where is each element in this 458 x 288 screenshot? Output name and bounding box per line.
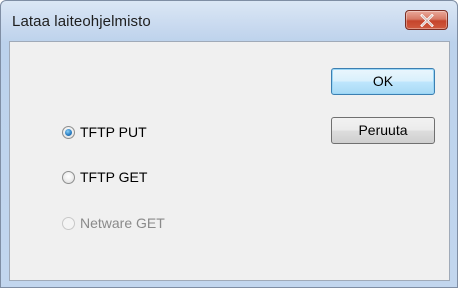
radio-tftp-put[interactable]: TFTP PUT <box>62 122 147 142</box>
radio-label-netware-get: Netware GET <box>80 215 165 231</box>
close-icon <box>420 14 434 27</box>
radio-label-tftp-get: TFTP GET <box>80 169 148 185</box>
cancel-button[interactable]: Peruuta <box>331 117 435 144</box>
dialog-content: OK Peruuta TFTP PUT TFTP GET Netware GET <box>9 41 450 281</box>
close-button[interactable] <box>405 10 448 30</box>
radio-tftp-get[interactable]: TFTP GET <box>62 167 147 187</box>
radio-button[interactable] <box>62 170 75 184</box>
radio-button-checked[interactable] <box>62 125 75 139</box>
ok-button[interactable]: OK <box>331 68 435 95</box>
title-bar[interactable]: Lataa laiteohjelmisto <box>1 1 457 41</box>
dialog-window: Lataa laiteohjelmisto OK Peruuta TFTP PU… <box>0 0 458 288</box>
radio-button-disabled <box>62 216 75 230</box>
radio-netware-get: Netware GET <box>62 213 165 233</box>
window-title: Lataa laiteohjelmisto <box>12 13 151 30</box>
radio-label-tftp-put: TFTP PUT <box>80 124 147 140</box>
